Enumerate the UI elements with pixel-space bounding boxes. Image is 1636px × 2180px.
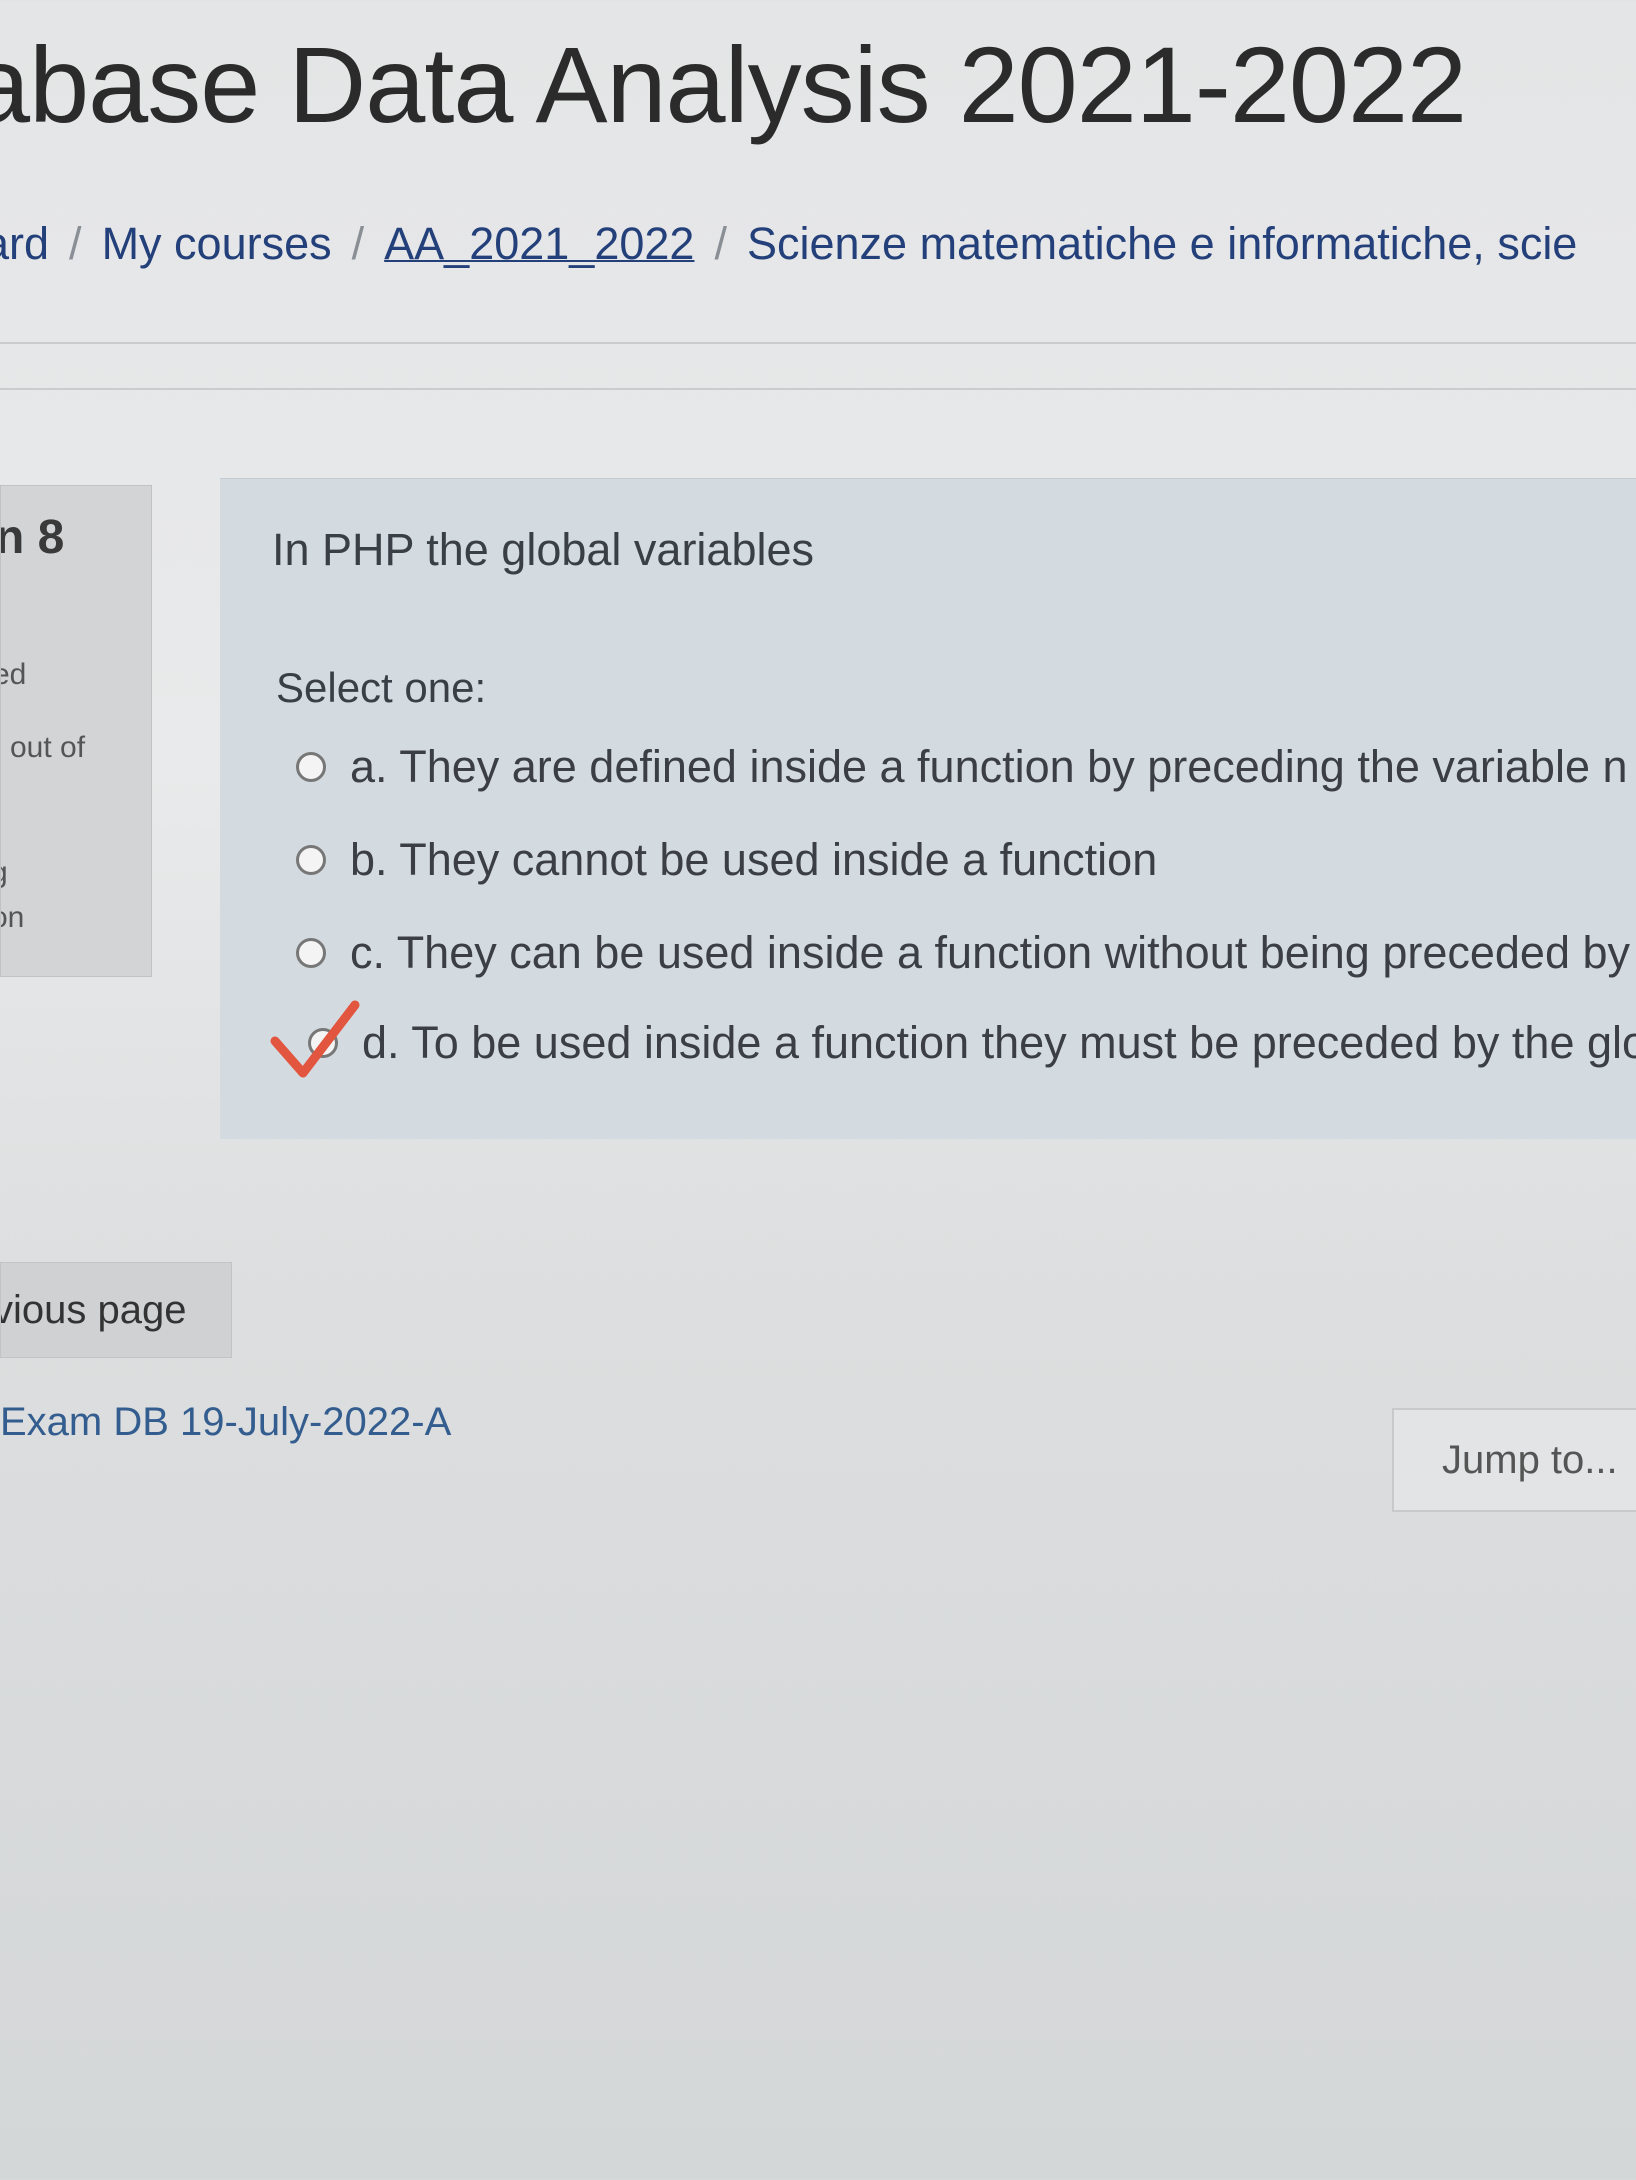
question-number: n 8 — [0, 511, 65, 564]
breadcrumb-separator: / — [69, 218, 82, 269]
question-status: ed — [1, 658, 27, 691]
select-one-prompt: Select one: — [276, 664, 487, 711]
edit-question-link[interactable]: on — [1, 901, 24, 935]
question-marks: l out of — [0, 731, 86, 764]
check-mark-icon — [270, 1000, 360, 1078]
answer-label: c. They can be used inside a function wi… — [350, 927, 1631, 978]
breadcrumb-dashboard[interactable]: ard — [0, 218, 49, 270]
page-title: abase Data Analysis 2021-2022 — [0, 24, 1467, 145]
flag-question-link[interactable]: g — [1, 856, 8, 890]
previous-page-button[interactable]: vious page — [0, 1262, 232, 1358]
question-content: In PHP the global variables Select one: … — [220, 478, 1636, 1139]
breadcrumb-separator: / — [351, 218, 365, 269]
answer-option-b[interactable]: b. They cannot be used inside a function — [296, 834, 1157, 886]
header-divider-lower — [0, 388, 1636, 390]
previous-page-label: vious page — [0, 1287, 187, 1332]
question-info-box: n 8 ed l out of g on — [0, 485, 152, 977]
breadcrumb-department[interactable]: Scienze matematiche e informatiche, scie — [747, 218, 1577, 270]
radio-button[interactable] — [296, 752, 326, 782]
answer-option-c[interactable]: c. They can be used inside a function wi… — [296, 927, 1630, 979]
answer-option-d[interactable]: d. To be used inside a function they mus… — [270, 1000, 1636, 1078]
breadcrumb-my-courses[interactable]: My courses — [102, 218, 332, 270]
breadcrumb-academic-year[interactable]: AA_2021_2022 — [384, 218, 694, 270]
breadcrumb-separator: / — [714, 218, 727, 269]
radio-button[interactable] — [296, 938, 326, 968]
answer-label: b. They cannot be used inside a function — [350, 834, 1158, 885]
jump-to-select[interactable]: Jump to... — [1392, 1408, 1636, 1512]
radio-button[interactable] — [296, 845, 326, 875]
radio-button[interactable] — [270, 1000, 360, 1078]
answer-option-a[interactable]: a. They are defined inside a function by… — [296, 741, 1628, 793]
answer-label: a. They are defined inside a function by… — [350, 741, 1628, 792]
breadcrumb: ard / My courses / AA_2021_2022 / Scienz… — [0, 218, 1577, 270]
answer-label: d. To be used inside a function they mus… — [362, 1017, 1636, 1068]
jump-to-placeholder: Jump to... — [1442, 1437, 1618, 1482]
header-divider — [0, 342, 1636, 344]
previous-activity-link[interactable]: Exam DB 19-July-2022-A — [0, 1400, 451, 1445]
question-text: In PHP the global variables — [272, 524, 814, 575]
